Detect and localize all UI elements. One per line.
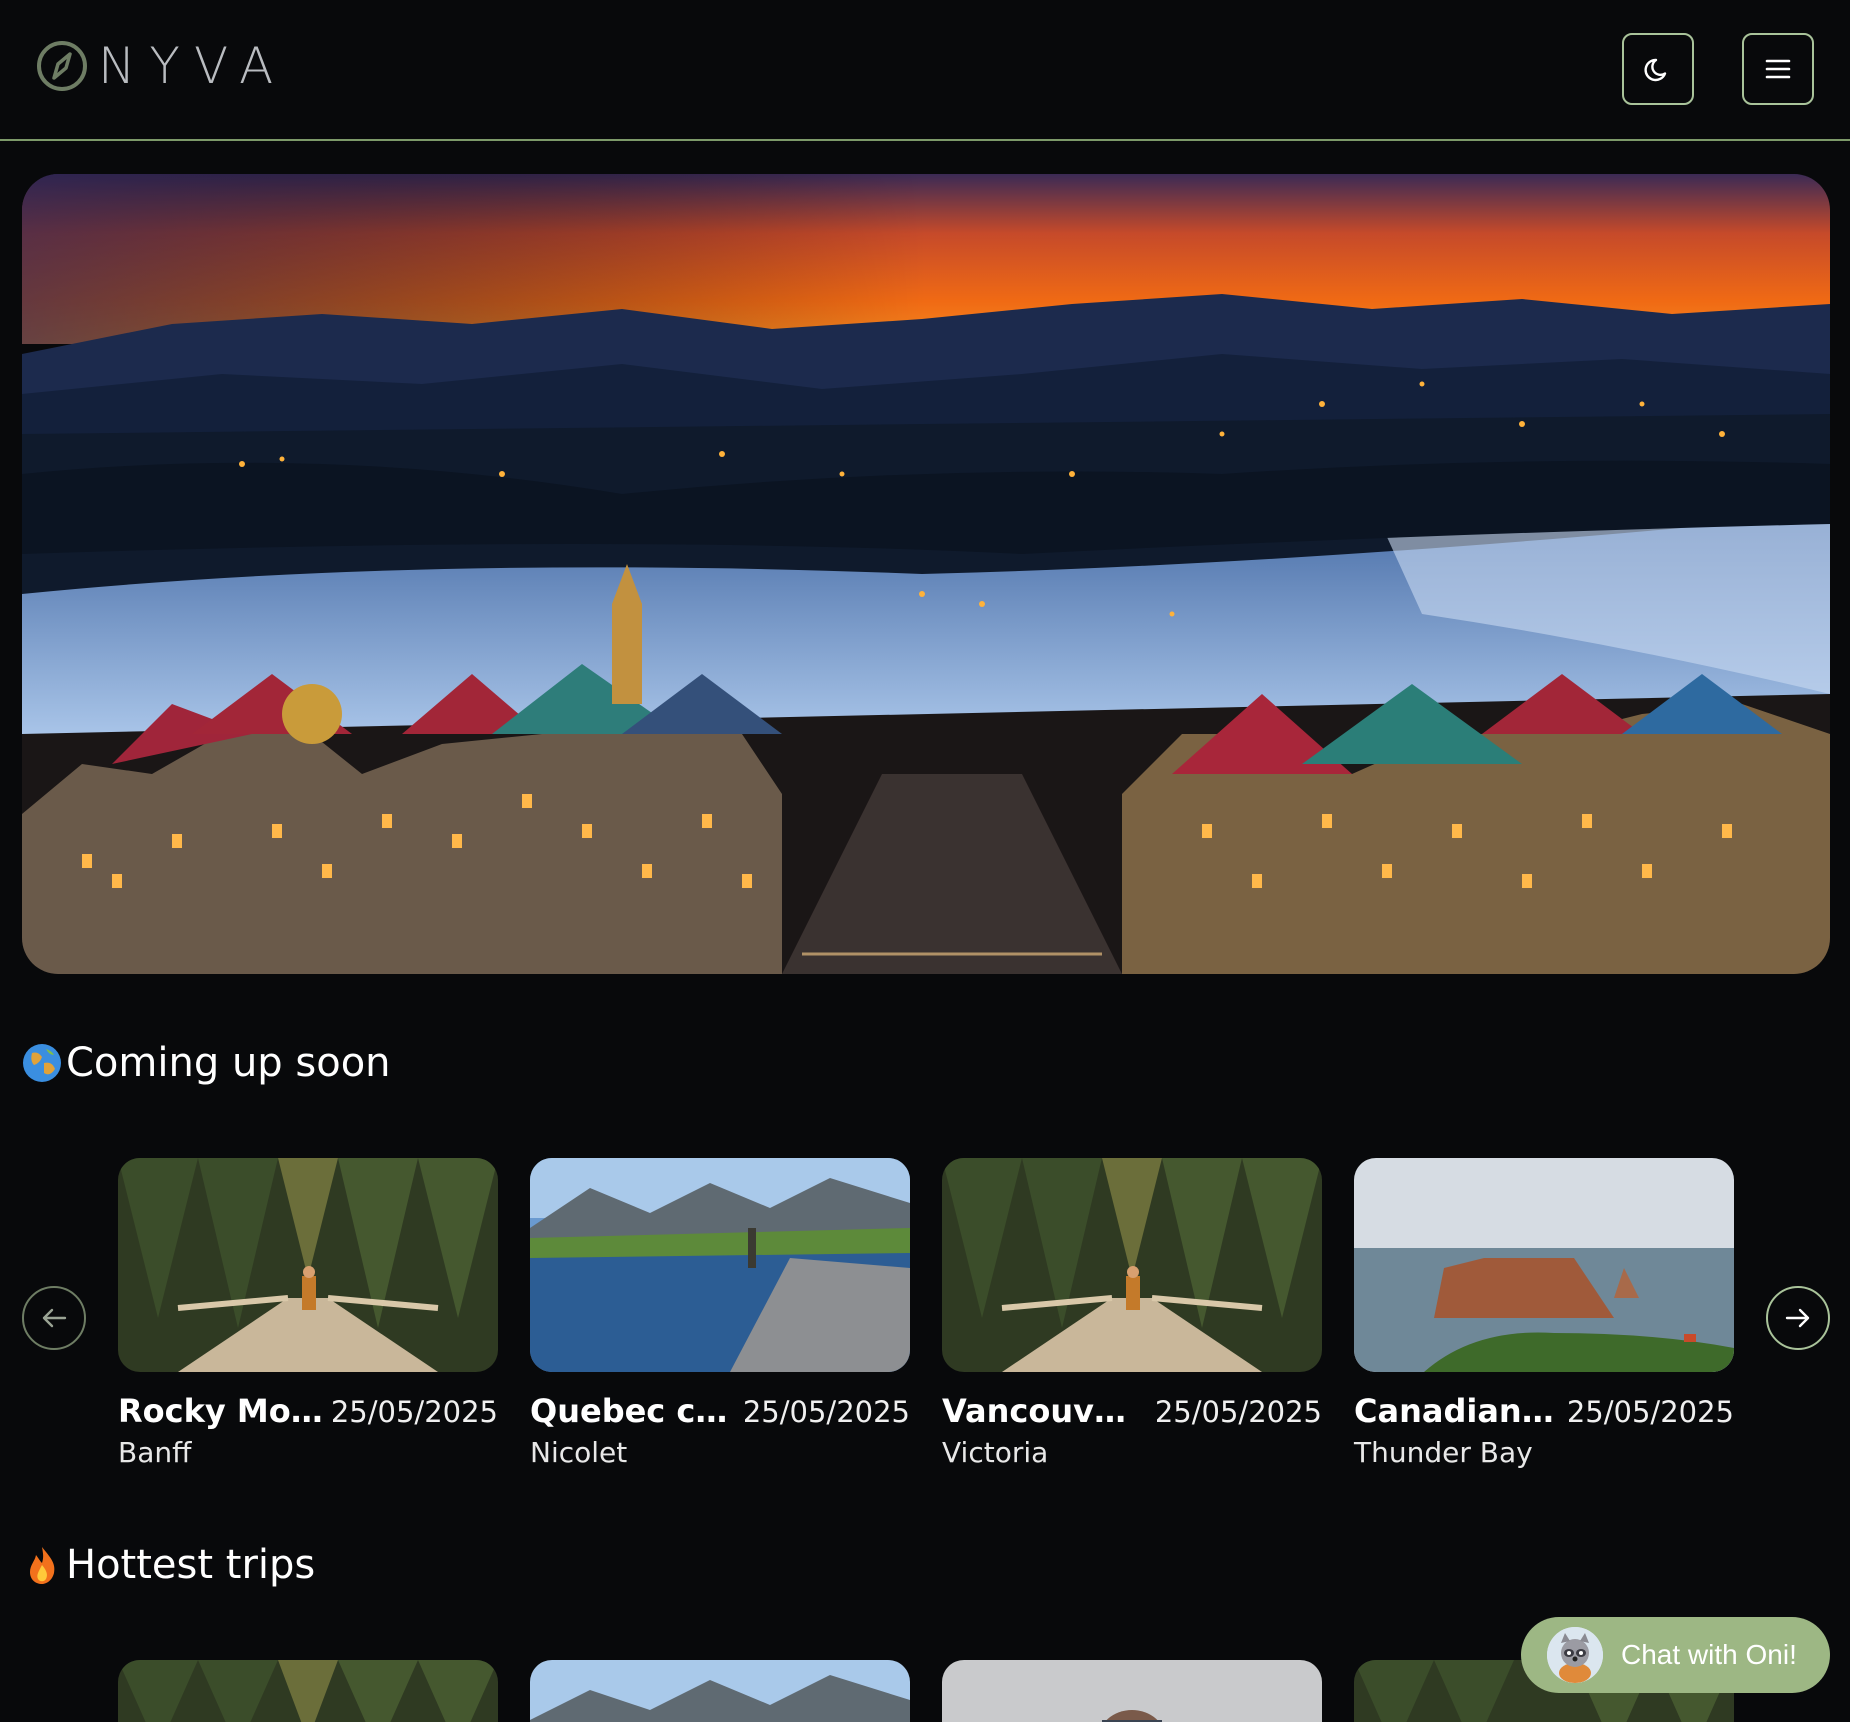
- trip-card-image: [118, 1158, 498, 1372]
- trip-card-image: [530, 1158, 910, 1372]
- trip-date: 25/05/2025: [1154, 1395, 1322, 1429]
- chat-with-oni-button[interactable]: Chat with Oni!: [1521, 1617, 1830, 1693]
- arrow-left-icon: [42, 1308, 67, 1328]
- trip-card-image: [942, 1158, 1322, 1372]
- brand-logo[interactable]: NYVA: [36, 40, 287, 92]
- trip-card[interactable]: Canadian S... 25/05/2025 Thunder Bay: [1354, 1158, 1734, 1469]
- compass-icon: [37, 41, 87, 91]
- trip-card[interactable]: Rocky Mou... 25/05/2025 Banff: [118, 1158, 498, 1469]
- trip-date: 25/05/2025: [330, 1395, 498, 1429]
- river-fisherman-photo: [530, 1660, 910, 1722]
- sea-rock-photo: [1354, 1158, 1734, 1372]
- trip-card-image: [1354, 1158, 1734, 1372]
- trip-card[interactable]: Vancouver I... 25/05/2025 Victoria: [942, 1158, 1322, 1469]
- forest-bridge-photo: [942, 1158, 1322, 1372]
- carousel-next-button[interactable]: [1766, 1286, 1830, 1350]
- fire-emoji-icon: [30, 1547, 55, 1584]
- trip-location: Thunder Bay: [1354, 1436, 1533, 1469]
- trip-date: 25/05/2025: [1566, 1395, 1734, 1429]
- trip-location: Banff: [118, 1436, 192, 1469]
- chat-label: Chat with Oni!: [1621, 1639, 1797, 1670]
- river-fisherman-photo: [530, 1158, 910, 1372]
- globe-emoji-icon: [23, 1044, 61, 1082]
- brand-name: NYVA: [98, 37, 288, 95]
- carousel-coming-up: Rocky Mou... 25/05/2025 Banff Quebec ca.…: [0, 1158, 1850, 1478]
- section-title-coming-up: Coming up soon: [22, 1040, 391, 1086]
- trip-card[interactable]: [530, 1660, 910, 1722]
- trip-card[interactable]: [118, 1660, 498, 1722]
- forest-bridge-photo: [118, 1158, 498, 1372]
- raccoon-icon: [1547, 1627, 1603, 1683]
- trip-date: 25/05/2025: [742, 1395, 910, 1429]
- raccoon-avatar: [1547, 1627, 1603, 1683]
- forest-bridge-photo: [118, 1660, 498, 1722]
- trip-location: Victoria: [942, 1436, 1049, 1469]
- hero-banner-image: [22, 174, 1830, 974]
- arrow-right-icon: [1785, 1308, 1810, 1328]
- trip-title: Canadian S...: [1354, 1392, 1559, 1430]
- hamburger-menu-icon: [1765, 59, 1791, 79]
- section-title-hottest: Hottest trips: [22, 1542, 315, 1588]
- section-heading: Hottest trips: [66, 1542, 316, 1588]
- menu-button[interactable]: [1742, 33, 1814, 105]
- top-header: NYVA: [0, 0, 1850, 141]
- hero-illustration: [22, 174, 1830, 974]
- trip-title: Rocky Mou...: [118, 1392, 323, 1430]
- moon-icon: [1644, 58, 1667, 82]
- trip-title: Quebec ca...: [530, 1392, 735, 1430]
- theme-toggle-button[interactable]: [1622, 33, 1694, 105]
- trip-card[interactable]: [942, 1660, 1322, 1722]
- hiker-portrait-photo: [942, 1660, 1322, 1722]
- carousel-prev-button[interactable]: [22, 1286, 86, 1350]
- trip-card[interactable]: Quebec ca... 25/05/2025 Nicolet: [530, 1158, 910, 1469]
- trip-location: Nicolet: [530, 1436, 628, 1469]
- section-heading: Coming up soon: [66, 1040, 391, 1086]
- trip-title: Vancouver I...: [942, 1392, 1147, 1430]
